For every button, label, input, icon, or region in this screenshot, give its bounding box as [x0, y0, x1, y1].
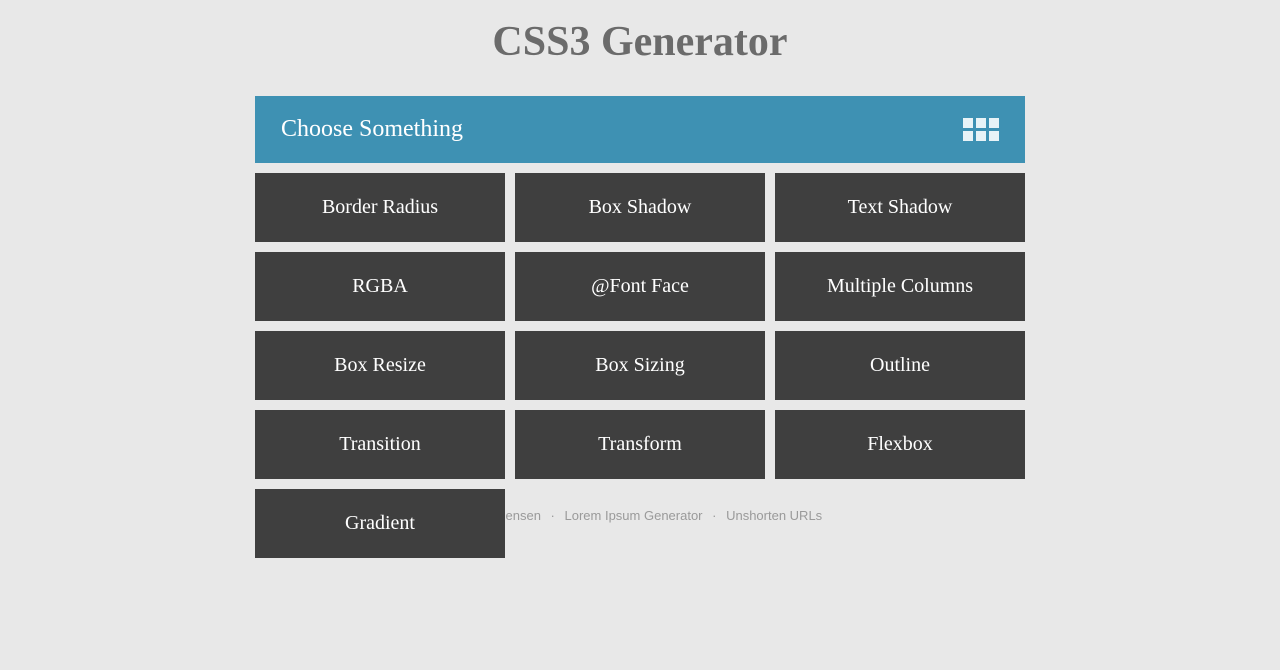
option-transform[interactable]: Transform — [515, 410, 765, 479]
option-font-face[interactable]: @Font Face — [515, 252, 765, 321]
option-text-shadow[interactable]: Text Shadow — [775, 173, 1025, 242]
generator-panel: Choose Something Border Radius Box Shado… — [255, 96, 1025, 558]
option-box-resize[interactable]: Box Resize — [255, 331, 505, 400]
grid-icon — [963, 118, 999, 141]
dropdown-header[interactable]: Choose Something — [255, 96, 1025, 163]
option-flexbox[interactable]: Flexbox — [775, 410, 1025, 479]
option-multiple-columns[interactable]: Multiple Columns — [775, 252, 1025, 321]
option-transition[interactable]: Transition — [255, 410, 505, 479]
option-outline[interactable]: Outline — [775, 331, 1025, 400]
dropdown-label: Choose Something — [281, 116, 463, 143]
options-grid: Border Radius Box Shadow Text Shadow RGB… — [255, 173, 1025, 558]
option-rgba[interactable]: RGBA — [255, 252, 505, 321]
option-box-shadow[interactable]: Box Shadow — [515, 173, 765, 242]
page-title: CSS3 Generator — [492, 18, 787, 66]
option-box-sizing[interactable]: Box Sizing — [515, 331, 765, 400]
option-gradient[interactable]: Gradient — [255, 489, 505, 558]
option-border-radius[interactable]: Border Radius — [255, 173, 505, 242]
